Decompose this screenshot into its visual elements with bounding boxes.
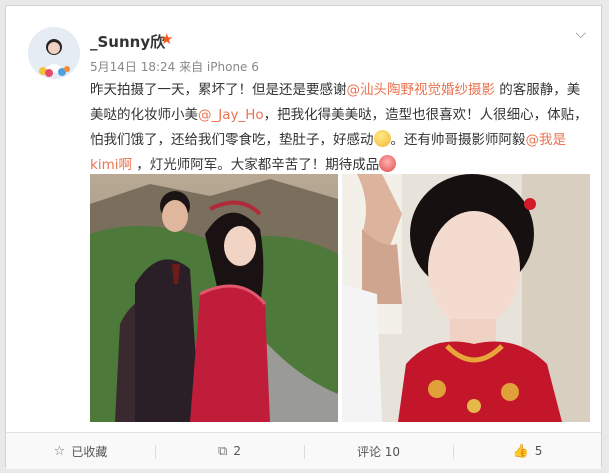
text-part: 昨天拍摄了一天，累坏了！但是还是要感谢 [90, 82, 347, 98]
repost-count: 2 [233, 444, 241, 458]
gift-emoji-icon [379, 155, 397, 172]
comment-button[interactable]: 评论 10 [304, 433, 453, 469]
post-meta: 5月14日 18:24 来自 iPhone 6 [90, 60, 259, 74]
like-count: 5 [534, 444, 543, 458]
star-icon: ★ [160, 30, 174, 48]
text-part: 。还有帅哥摄影师阿毅 [390, 132, 526, 148]
thumbs-up-icon: 👍 [512, 443, 529, 459]
favorite-button[interactable]: ☆ 已收藏 [6, 433, 155, 469]
mention-link[interactable]: @_Jay_Ho [198, 107, 264, 123]
mention-link[interactable]: @汕头陶野视觉婚纱摄影 [347, 82, 496, 98]
relieved-emoji-icon [373, 130, 391, 147]
repost-icon: ⧉ [218, 443, 228, 459]
chevron-down-icon[interactable]: ⌵ [575, 26, 586, 42]
favorite-label: 已收藏 [71, 444, 108, 459]
username[interactable]: _Sunny欣 [90, 31, 165, 52]
photo-thumbnail[interactable] [342, 174, 590, 422]
avatar[interactable] [28, 27, 80, 79]
comment-label: 评论 10 [356, 444, 401, 459]
action-bar: ☆ 已收藏 ⧉ 2 评论 10 👍 5 [6, 432, 601, 469]
star-icon: ☆ [53, 443, 66, 459]
text-part: ，灯光师阿军。大家都辛苦了！期待成品 [136, 157, 380, 173]
photo-thumbnail[interactable] [90, 174, 338, 422]
weibo-post-card: _Sunny欣 ★ 5月14日 18:24 来自 iPhone 6 ⌵ 昨天拍摄… [5, 5, 602, 469]
repost-button[interactable]: ⧉ 2 [155, 433, 304, 469]
like-button[interactable]: 👍 5 [453, 433, 602, 469]
post-text: 昨天拍摄了一天，累坏了！但是还是要感谢@汕头陶野视觉婚纱摄影 的客服静，美美哒的… [90, 78, 590, 178]
